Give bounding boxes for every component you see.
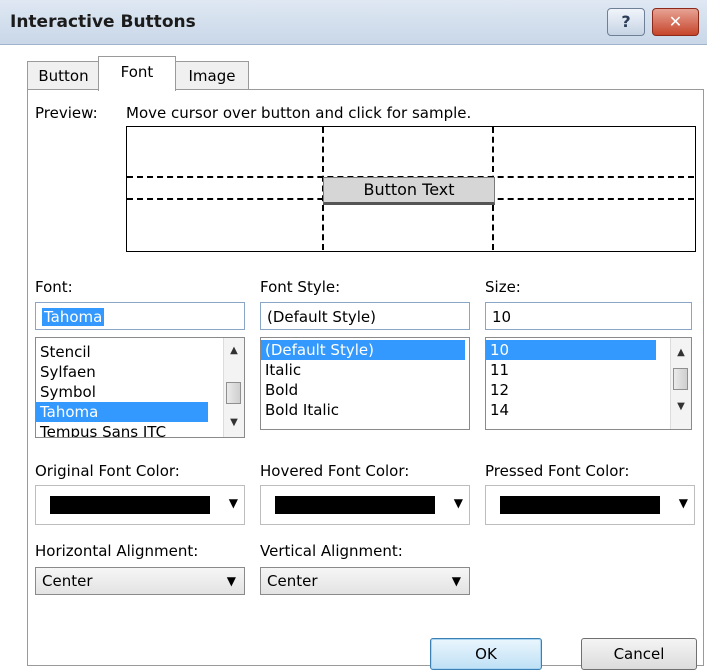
tab-font[interactable]: Font [98,56,176,91]
font-tab-panel [27,89,704,666]
tab-image[interactable]: Image [175,61,249,90]
close-button[interactable]: ✕ [652,8,699,36]
help-icon: ? [621,12,631,31]
tab-font-label: Font [120,63,154,81]
help-button[interactable]: ? [607,8,645,36]
window-title: Interactive Buttons [10,12,196,32]
close-icon: ✕ [668,12,683,31]
tab-image-label: Image [188,67,236,85]
tab-button-label: Button [38,67,89,85]
tab-button[interactable]: Button [27,61,100,90]
